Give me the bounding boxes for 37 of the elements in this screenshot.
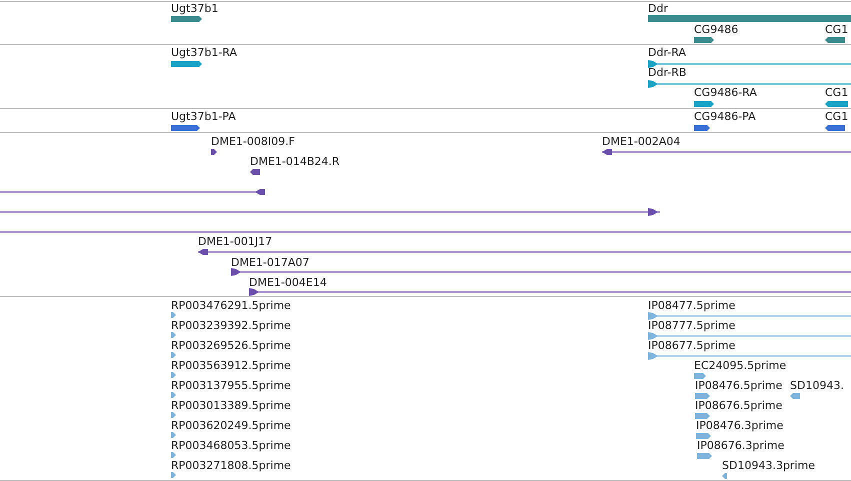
feature-label: IP08676.5prime [695, 399, 782, 412]
feature-label: RP003271808.5prime [171, 459, 291, 472]
feature-label: Ddr-RB [648, 66, 686, 79]
feature-label: RP003563912.5prime [171, 359, 291, 372]
feature-label: RP003239392.5prime [171, 319, 291, 332]
feature-label: IP08477.5prime [648, 299, 736, 312]
feature-label: DME1-014B24.R [250, 155, 340, 168]
feature-label: RP003476291.5prime [171, 299, 291, 312]
feature-label: SD10943.3prime [722, 459, 815, 472]
feature-label: Ugt37b1-RA [171, 46, 238, 59]
feature-label: DME1-001J17 [198, 235, 272, 248]
feature-label: CG9486-PA [694, 110, 756, 123]
feature-label: CG1 [825, 110, 848, 123]
feature-label: RP003137955.5prime [171, 379, 291, 392]
feature-label: SD10943. [790, 379, 844, 392]
feature-label: IP08677.5prime [648, 339, 736, 352]
feature-label: CG1 [825, 86, 848, 99]
feature-label: CG9486-RA [694, 86, 757, 99]
feature-label: DME1-004E14 [249, 276, 327, 289]
feature-label: RP003620249.5prime [171, 419, 291, 432]
feature-label: IP08476.5prime [695, 379, 782, 392]
feature-label: EC24095.5prime [694, 359, 786, 372]
feature-label: DME1-017A07 [231, 256, 310, 269]
feature-label: DME1-002A04 [602, 135, 680, 148]
feature-label: RP003468053.5prime [171, 439, 291, 452]
feature-label: IP08676.3prime [697, 439, 784, 452]
feature-label: DME1-008I09.F [211, 135, 295, 148]
feature-label: RP003013389.5prime [171, 399, 291, 412]
feature-label: Ugt37b1-PA [171, 110, 236, 123]
feature-label: Ugt37b1 [171, 2, 218, 15]
feature-label: CG1 [825, 23, 848, 36]
feature-label: Ddr [648, 2, 668, 15]
feature-label: RP003269526.5prime [171, 339, 291, 352]
feature-label: Ddr-RA [648, 46, 686, 59]
feature-label: IP08476.3prime [696, 419, 784, 432]
feature-label: CG9486 [694, 23, 738, 36]
feature-label: IP08777.5prime [648, 319, 736, 332]
